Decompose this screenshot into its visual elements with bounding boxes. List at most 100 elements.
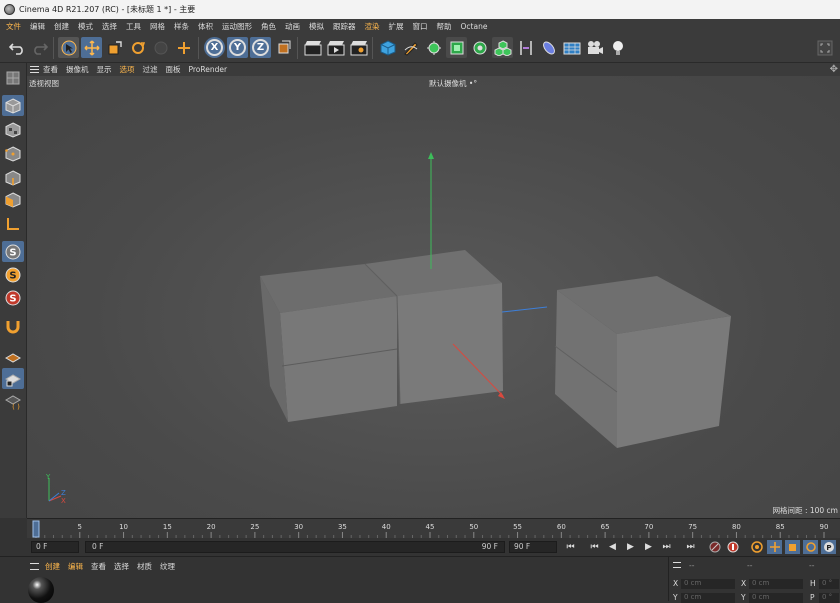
material-menu-view[interactable]: 查看 xyxy=(91,561,106,572)
polygons-mode-button[interactable] xyxy=(2,189,24,210)
frame-range-slider[interactable]: 0 F 90 F xyxy=(85,541,505,553)
menu-spline[interactable]: 样条 xyxy=(174,21,189,32)
magnet-button[interactable] xyxy=(2,315,24,336)
planar-workplane-button[interactable]: ( ) xyxy=(2,391,24,412)
hamburger-menu-icon[interactable] xyxy=(30,66,39,73)
previous-key-button[interactable]: ⏮ xyxy=(587,540,602,554)
subdivision-button[interactable] xyxy=(423,37,444,58)
scale-tool-button[interactable] xyxy=(104,37,125,58)
keyframe-selection-button[interactable] xyxy=(749,540,764,554)
play-button[interactable]: ▶ xyxy=(623,540,638,554)
position-x-field[interactable]: 0 cm xyxy=(681,579,735,589)
autokey-button[interactable] xyxy=(725,540,740,554)
menu-select[interactable]: 选择 xyxy=(102,21,117,32)
timeline-ruler[interactable]: 051015202530354045505560657075808590 xyxy=(27,518,840,538)
viewport-menu-prorender[interactable]: ProRender xyxy=(189,65,228,74)
menu-simulate[interactable]: 模拟 xyxy=(309,21,324,32)
material-menu-texture[interactable]: 纹理 xyxy=(160,561,175,572)
snap-button[interactable]: S xyxy=(2,241,24,262)
menu-create[interactable]: 创建 xyxy=(54,21,69,32)
redo-button[interactable] xyxy=(29,37,50,58)
cloner-button[interactable] xyxy=(469,37,490,58)
points-mode-button[interactable] xyxy=(2,143,24,164)
model-mode-button[interactable] xyxy=(2,95,24,116)
rotate-tool-button[interactable] xyxy=(127,37,148,58)
locked-workplane-button[interactable] xyxy=(2,368,24,389)
go-to-start-button[interactable]: ⏮ xyxy=(563,540,578,554)
next-frame-button[interactable]: ▶ xyxy=(641,540,656,554)
workplane-snap-button[interactable]: S xyxy=(2,264,24,285)
coordinates-hamburger-icon[interactable] xyxy=(673,562,681,568)
menu-file[interactable]: 文件 xyxy=(6,21,21,32)
menu-tracker[interactable]: 跟踪器 xyxy=(333,21,356,32)
render-settings-button[interactable] xyxy=(348,37,369,58)
deformer-button[interactable] xyxy=(515,37,536,58)
rotation-key-button[interactable] xyxy=(803,540,818,554)
current-frame-field[interactable]: 0 F xyxy=(31,541,79,553)
array-button[interactable] xyxy=(492,37,513,58)
live-selection-button[interactable] xyxy=(58,37,79,58)
make-editable-button[interactable] xyxy=(2,67,24,88)
size-y-field[interactable]: 0 cm xyxy=(749,593,803,603)
render-view-button[interactable] xyxy=(302,37,323,58)
z-axis-lock-button[interactable]: Z xyxy=(250,37,271,58)
menu-mesh[interactable]: 网格 xyxy=(150,21,165,32)
material-hamburger-icon[interactable] xyxy=(30,562,39,570)
layout-button[interactable] xyxy=(814,37,835,58)
scale-key-button[interactable] xyxy=(785,540,800,554)
menu-character[interactable]: 角色 xyxy=(261,21,276,32)
floor-button[interactable] xyxy=(561,37,582,58)
workplane-button[interactable] xyxy=(2,345,24,366)
rotation-h-field[interactable]: 0 ° xyxy=(819,579,839,589)
position-key-button[interactable] xyxy=(767,540,782,554)
material-menu-edit[interactable]: 编辑 xyxy=(68,561,83,572)
menu-volume[interactable]: 体积 xyxy=(198,21,213,32)
menu-animate[interactable]: 动画 xyxy=(285,21,300,32)
menu-mode[interactable]: 模式 xyxy=(78,21,93,32)
viewport-menu-options[interactable]: 选项 xyxy=(120,64,135,75)
y-axis-lock-button[interactable]: Y xyxy=(227,37,248,58)
render-picture-viewer-button[interactable] xyxy=(325,37,346,58)
menu-window[interactable]: 窗口 xyxy=(413,21,428,32)
record-active-button[interactable] xyxy=(707,540,722,554)
edges-mode-button[interactable] xyxy=(2,167,24,188)
viewport-menu-display[interactable]: 显示 xyxy=(97,64,112,75)
camera-button[interactable] xyxy=(584,37,605,58)
undo-button[interactable] xyxy=(6,37,27,58)
menu-octane[interactable]: Octane xyxy=(461,22,488,31)
recent-tool-button[interactable] xyxy=(150,37,171,58)
field-button[interactable] xyxy=(538,37,559,58)
add-tool-button[interactable] xyxy=(173,37,194,58)
quantize-snap-button[interactable]: S xyxy=(2,287,24,308)
go-to-end-button[interactable]: ⏭ xyxy=(683,540,698,554)
viewport-menu-filter[interactable]: 过滤 xyxy=(143,64,158,75)
previous-frame-button[interactable]: ◀ xyxy=(605,540,620,554)
coordinate-system-button[interactable] xyxy=(273,37,294,58)
menu-extensions[interactable]: 扩展 xyxy=(389,21,404,32)
cube-object-right[interactable] xyxy=(554,276,731,448)
parameter-key-button[interactable]: P xyxy=(821,540,836,554)
end-frame-field[interactable]: 90 F xyxy=(509,541,557,553)
viewport-menu-panel[interactable]: 面板 xyxy=(166,64,181,75)
menu-edit[interactable]: 编辑 xyxy=(30,21,45,32)
rotation-p-field[interactable]: 0 ° xyxy=(819,593,839,603)
material-menu-create[interactable]: 创建 xyxy=(45,561,60,572)
menu-tools[interactable]: 工具 xyxy=(126,21,141,32)
timeline-playhead[interactable] xyxy=(32,520,40,538)
material-preview-ball[interactable] xyxy=(28,577,54,603)
material-menu-select[interactable]: 选择 xyxy=(114,561,129,572)
x-axis-lock-button[interactable]: X xyxy=(204,37,225,58)
next-key-button[interactable]: ⏭ xyxy=(659,540,674,554)
perspective-viewport[interactable]: 透视视图 默认摄像机 •° 网格间距 : 100 cm Y X Z xyxy=(27,76,840,518)
cube-object-left[interactable] xyxy=(260,250,503,422)
viewport-menu-view[interactable]: 查看 xyxy=(43,64,58,75)
axis-mode-button[interactable] xyxy=(2,213,24,234)
viewport-navigate-icon[interactable]: ✥ xyxy=(830,64,838,75)
cube-object-button[interactable] xyxy=(377,37,398,58)
texture-mode-button[interactable] xyxy=(2,119,24,140)
menu-help[interactable]: 帮助 xyxy=(437,21,452,32)
size-x-field[interactable]: 0 cm xyxy=(749,579,803,589)
pen-spline-button[interactable] xyxy=(400,37,421,58)
menu-render[interactable]: 渲染 xyxy=(365,21,380,32)
move-tool-button[interactable] xyxy=(81,37,102,58)
